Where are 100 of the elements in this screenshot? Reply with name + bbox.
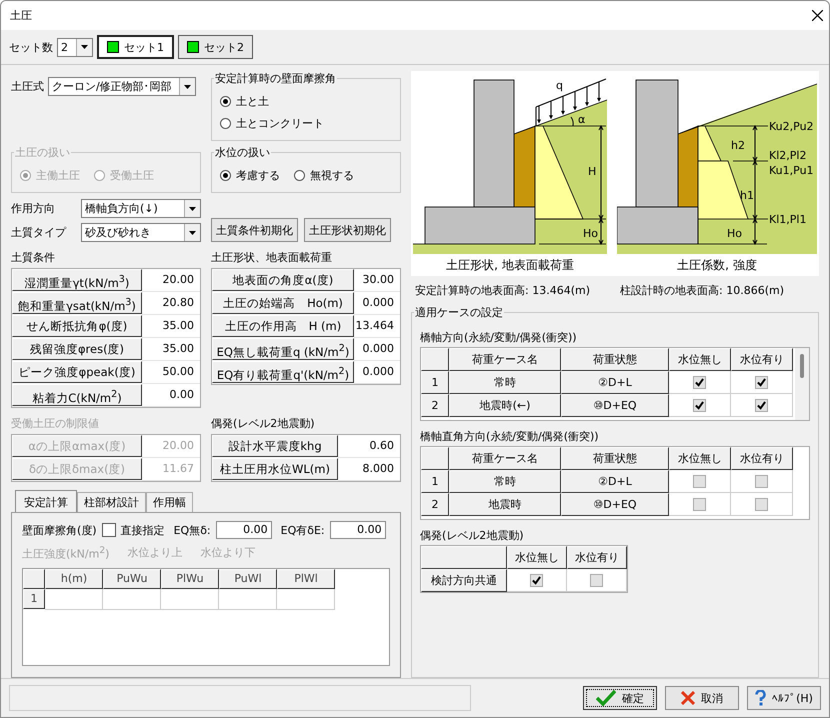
row-header: ピーク強度φpeak(度) [12, 361, 142, 383]
row-header: 粘着力C(kN/m$^{2}$) [12, 384, 142, 406]
checkmark-icon [596, 690, 616, 706]
diagram-label: α [578, 113, 586, 126]
table-cell[interactable] [277, 588, 335, 610]
value-cell[interactable]: 35.00 [142, 315, 200, 338]
field-label: EQ無δ: [174, 522, 211, 538]
value-cell[interactable]: 20.00 [142, 269, 200, 292]
checkbox[interactable] [693, 376, 706, 388]
help-button[interactable]: ﾍﾙﾌﾟ(H) [747, 686, 821, 710]
surface-height-text: 柱設計時の地表面高: 10.866(m) [620, 283, 784, 298]
column-header: 水位有り [731, 348, 793, 371]
diagram-caption: 土圧形状, 地表面載荷重 [446, 257, 574, 274]
checkbox[interactable] [530, 574, 543, 586]
row-header: 設計水平震度khg [212, 435, 338, 457]
value-cell[interactable]: 0.000 [354, 338, 400, 361]
row-number: 1 [23, 588, 45, 609]
radio-label: 土とコンクリート [236, 116, 324, 130]
row-number: 1 [421, 470, 449, 493]
row-header: 地表面の角度α(度) [212, 269, 354, 291]
group-title: 適用ケースの設定 [414, 305, 504, 320]
tab[interactable]: 安定計算 [15, 490, 77, 512]
table-cell[interactable] [45, 588, 103, 610]
diagram-label: Ku1,Pu1 [769, 164, 814, 177]
value-cell[interactable]: 0.000 [354, 292, 400, 315]
row-header: δの上限δmax(度) [12, 458, 142, 480]
column-header: h(m) [45, 568, 103, 589]
value-cell[interactable]: 20.80 [142, 292, 200, 315]
column-header: 荷重ケース名 [449, 348, 561, 371]
row-header: 土圧の始端高 Ho(m) [212, 292, 354, 314]
value-cell[interactable]: 0.60 [338, 435, 400, 458]
dropdown[interactable]: 2 [57, 38, 93, 56]
ok-button[interactable]: 確定 [583, 686, 657, 710]
value-cell[interactable]: 35.00 [142, 338, 200, 361]
column-header: 水位無し [669, 447, 731, 470]
row-header: 湿潤重量γt(kN/m$^{3}$) [12, 269, 142, 291]
dropdown[interactable]: クーロン/修正物部･岡部 [48, 77, 196, 96]
value-cell[interactable]: 0.000 [354, 361, 400, 384]
diagram-label: Ho [727, 227, 742, 240]
tab[interactable]: 作用幅 [146, 492, 193, 512]
table-cell[interactable] [219, 588, 277, 610]
set-button[interactable]: セット1 [97, 35, 174, 59]
row-header: 検討方向共通 [421, 569, 507, 592]
diagram-label: h1 [740, 189, 754, 202]
close-icon[interactable] [812, 10, 823, 21]
column-header: PuWl [219, 568, 277, 589]
diagram-label: Ho [583, 227, 598, 240]
checkbox[interactable] [693, 398, 706, 412]
reset-button[interactable]: 土質条件初期化 [211, 218, 298, 242]
row-header: EQ無し載荷重q (kN/m$^{2}$) [212, 338, 354, 360]
checkbox[interactable] [693, 498, 706, 510]
row-header: αの上限αmax(度) [12, 435, 142, 457]
section-title: 土質条件 [11, 250, 56, 265]
checkbox[interactable] [755, 376, 768, 388]
checkbox[interactable] [755, 398, 768, 412]
checkbox-label: 直接指定 [120, 522, 165, 538]
field-label: 土質タイプ [11, 225, 66, 240]
section-title: 偶発(レベル2地震動) [420, 528, 525, 543]
set-button[interactable]: セット2 [178, 35, 253, 59]
reset-button[interactable]: 土圧形状初期化 [304, 218, 391, 242]
scrollbar[interactable] [795, 348, 809, 420]
column-header: PlWu [161, 568, 219, 589]
dropdown[interactable]: 橋軸負方向(↓) [81, 199, 201, 218]
row-number: 1 [421, 371, 449, 394]
radio-button[interactable] [294, 170, 305, 180]
value-cell[interactable]: 30.00 [354, 269, 400, 292]
checkbox[interactable] [693, 474, 706, 488]
column-header: 水位有り [731, 447, 793, 470]
column-header: PuWu [103, 568, 161, 589]
diagram-label: Kl2,Pl2 [769, 149, 806, 162]
row-header: EQ有り載荷重q'(kN/m$^{2}$) [212, 361, 354, 383]
value-cell[interactable]: 0.00 [142, 384, 200, 407]
cancel-button[interactable]: 取消 [665, 686, 739, 710]
case-name-cell: 常時 [449, 371, 561, 394]
value-cell[interactable]: 50.00 [142, 361, 200, 384]
radio-label: 主働土圧 [36, 168, 80, 182]
value-cell[interactable]: 8.000 [338, 458, 400, 481]
input-field[interactable]: 0.00 [216, 521, 272, 539]
checkbox[interactable] [102, 523, 116, 537]
field-label: 作用方向 [11, 201, 55, 216]
checkbox[interactable] [755, 474, 768, 488]
table-cell[interactable] [161, 588, 219, 610]
help-icon [755, 690, 766, 706]
radio-button[interactable] [220, 118, 231, 128]
row-header: せん断抵抗角φ(度) [12, 315, 142, 337]
radio-button[interactable] [220, 96, 231, 106]
tab[interactable]: 柱部材設計 [77, 492, 146, 512]
caret-icon [184, 84, 191, 88]
checkbox[interactable] [590, 574, 603, 586]
row-number: 2 [421, 394, 449, 417]
input-field[interactable]: 0.00 [330, 521, 386, 539]
column-header: 水位無し [507, 546, 567, 569]
section-label: 水位より下 [200, 545, 256, 561]
table-cell[interactable] [103, 588, 161, 610]
radio-button[interactable] [220, 170, 231, 180]
dropdown[interactable]: 砂及び砂れき [81, 223, 201, 242]
diagram-label: Ku2,Pu2 [769, 120, 814, 133]
value-cell[interactable]: 13.464 [354, 315, 400, 338]
window-title: 土圧 [10, 8, 32, 23]
checkbox[interactable] [755, 498, 768, 510]
